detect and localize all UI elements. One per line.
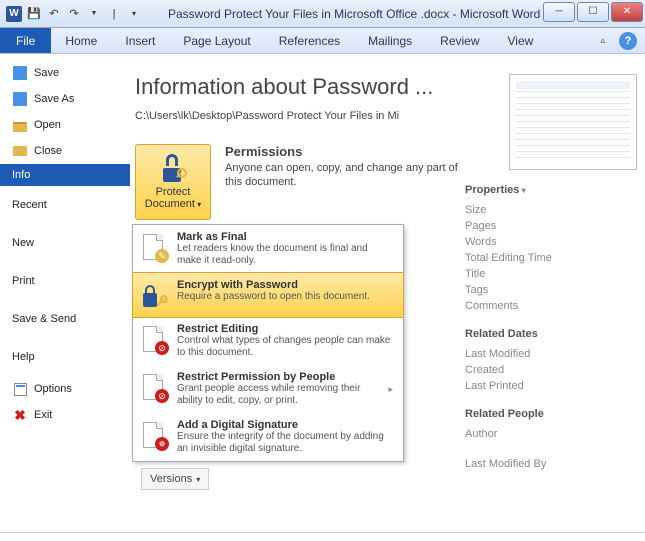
pencil-badge-icon: ✎ bbox=[155, 249, 169, 263]
window-controls: ─ ☐ ✕ bbox=[543, 6, 645, 22]
nav-new[interactable]: New bbox=[0, 224, 129, 262]
tab-mailings[interactable]: Mailings bbox=[354, 28, 426, 53]
prop-size: Size bbox=[465, 202, 637, 218]
status-bar-divider bbox=[0, 532, 645, 533]
nav-save[interactable]: Save bbox=[0, 60, 129, 86]
prop-total-editing-time: Total Editing Time bbox=[465, 250, 637, 266]
word-app-icon[interactable]: W bbox=[6, 6, 22, 22]
nav-print[interactable]: Print bbox=[0, 262, 129, 300]
menu-add-digital-signature[interactable]: ✵ Add a Digital SignatureEnsure the inte… bbox=[133, 413, 403, 461]
prop-tags: Tags bbox=[465, 282, 637, 298]
nav-info[interactable]: Info bbox=[0, 164, 130, 186]
nav-close[interactable]: Close bbox=[0, 138, 129, 164]
quick-access-toolbar: W 💾 ↶ ↷ ▼ | ▾ bbox=[0, 6, 148, 22]
prop-author: Author bbox=[465, 426, 637, 442]
tab-view[interactable]: View bbox=[494, 28, 548, 53]
tab-page-layout[interactable]: Page Layout bbox=[169, 28, 264, 53]
prop-last-printed: Last Printed bbox=[465, 378, 637, 394]
versions-button[interactable]: Versions ▾ bbox=[141, 468, 209, 490]
prop-words: Words bbox=[465, 234, 637, 250]
info-side-panel: Properties Size Pages Words Total Editin… bbox=[465, 74, 645, 532]
document-preview-thumbnail[interactable] bbox=[509, 74, 637, 170]
qat-customize-icon[interactable]: ▼ bbox=[86, 6, 102, 22]
nav-options[interactable]: Options bbox=[0, 376, 129, 402]
tab-insert[interactable]: Insert bbox=[111, 28, 169, 53]
maximize-button[interactable]: ☐ bbox=[577, 2, 609, 22]
qat-separator: | bbox=[106, 6, 122, 22]
menu-restrict-permission-by-people[interactable]: ⊘ Restrict Permission by PeopleGrant peo… bbox=[133, 365, 403, 413]
prop-last-modified: Last Modified bbox=[465, 346, 637, 362]
protect-document-button[interactable]: Protect Document ▾ bbox=[135, 144, 211, 220]
protect-document-menu: ✎ Mark as FinalLet readers know the docu… bbox=[132, 224, 404, 462]
info-file-path: C:\Users\lk\Desktop\Password Protect You… bbox=[135, 110, 465, 122]
prop-created: Created bbox=[465, 362, 637, 378]
nav-save-send[interactable]: Save & Send bbox=[0, 300, 129, 338]
menu-encrypt-with-password[interactable]: Encrypt with PasswordRequire a password … bbox=[132, 272, 404, 318]
backstage-nav: Save Save As Open Close Info Recent New … bbox=[0, 54, 129, 532]
tab-home[interactable]: Home bbox=[51, 28, 111, 53]
help-icon[interactable]: ? bbox=[619, 32, 637, 50]
prop-comments: Comments bbox=[465, 298, 637, 314]
options-icon bbox=[14, 383, 27, 396]
permissions-description: Anyone can open, copy, and change any pa… bbox=[225, 161, 465, 190]
tab-references[interactable]: References bbox=[265, 28, 354, 53]
lock-key-icon bbox=[137, 279, 169, 311]
nav-help[interactable]: Help bbox=[0, 338, 129, 376]
folder-close-icon bbox=[13, 146, 27, 156]
save-qat-button[interactable]: 💾 bbox=[26, 6, 42, 22]
prop-pages: Pages bbox=[465, 218, 637, 234]
related-dates-heading: Related Dates bbox=[465, 328, 637, 340]
window-title: Password Protect Your Files in Microsoft… bbox=[148, 7, 543, 21]
save-icon bbox=[13, 66, 27, 80]
prop-last-modified-by: Last Modified By bbox=[465, 456, 637, 472]
backstage-content: Information about Password ... C:\Users\… bbox=[129, 54, 645, 532]
info-main-panel: Information about Password ... C:\Users\… bbox=[135, 74, 465, 532]
nav-exit[interactable]: ✖Exit bbox=[0, 402, 129, 428]
nav-recent[interactable]: Recent bbox=[0, 186, 129, 224]
lock-key-icon bbox=[159, 154, 187, 182]
exit-icon: ✖ bbox=[12, 407, 28, 423]
related-people-heading: Related People bbox=[465, 408, 637, 420]
ribbon-badge-icon: ✵ bbox=[155, 437, 169, 451]
menu-restrict-editing[interactable]: ⊘ Restrict EditingControl what types of … bbox=[133, 317, 403, 365]
folder-open-icon bbox=[13, 122, 27, 132]
qat-overflow-icon[interactable]: ▾ bbox=[126, 6, 142, 22]
file-tab[interactable]: File bbox=[0, 28, 51, 53]
redo-qat-button[interactable]: ↷ bbox=[66, 6, 82, 22]
properties-dropdown[interactable]: Properties bbox=[465, 184, 637, 196]
nav-save-as[interactable]: Save As bbox=[0, 86, 129, 112]
ribbon-minimize-icon[interactable]: ▵ bbox=[594, 35, 611, 46]
prop-title: Title bbox=[465, 266, 637, 282]
no-entry-icon: ⊘ bbox=[155, 389, 169, 403]
chevron-down-icon: ▾ bbox=[196, 475, 200, 484]
no-entry-icon: ⊘ bbox=[155, 341, 169, 355]
undo-qat-button[interactable]: ↶ bbox=[46, 6, 62, 22]
backstage-view: Save Save As Open Close Info Recent New … bbox=[0, 54, 645, 532]
submenu-arrow-icon: ▸ bbox=[388, 384, 393, 395]
info-title: Information about Password ... bbox=[135, 74, 465, 100]
permissions-row: Protect Document ▾ Permissions Anyone ca… bbox=[135, 144, 465, 220]
permissions-heading: Permissions bbox=[225, 144, 465, 159]
nav-open[interactable]: Open bbox=[0, 112, 129, 138]
title-bar: W 💾 ↶ ↷ ▼ | ▾ Password Protect Your File… bbox=[0, 0, 645, 28]
minimize-button[interactable]: ─ bbox=[543, 2, 575, 22]
close-button[interactable]: ✕ bbox=[611, 2, 643, 22]
save-as-icon bbox=[13, 92, 27, 106]
ribbon-tabs: File Home Insert Page Layout References … bbox=[0, 28, 645, 54]
menu-mark-as-final[interactable]: ✎ Mark as FinalLet readers know the docu… bbox=[133, 225, 403, 273]
chevron-down-icon: ▾ bbox=[195, 200, 201, 209]
tab-review[interactable]: Review bbox=[426, 28, 493, 53]
